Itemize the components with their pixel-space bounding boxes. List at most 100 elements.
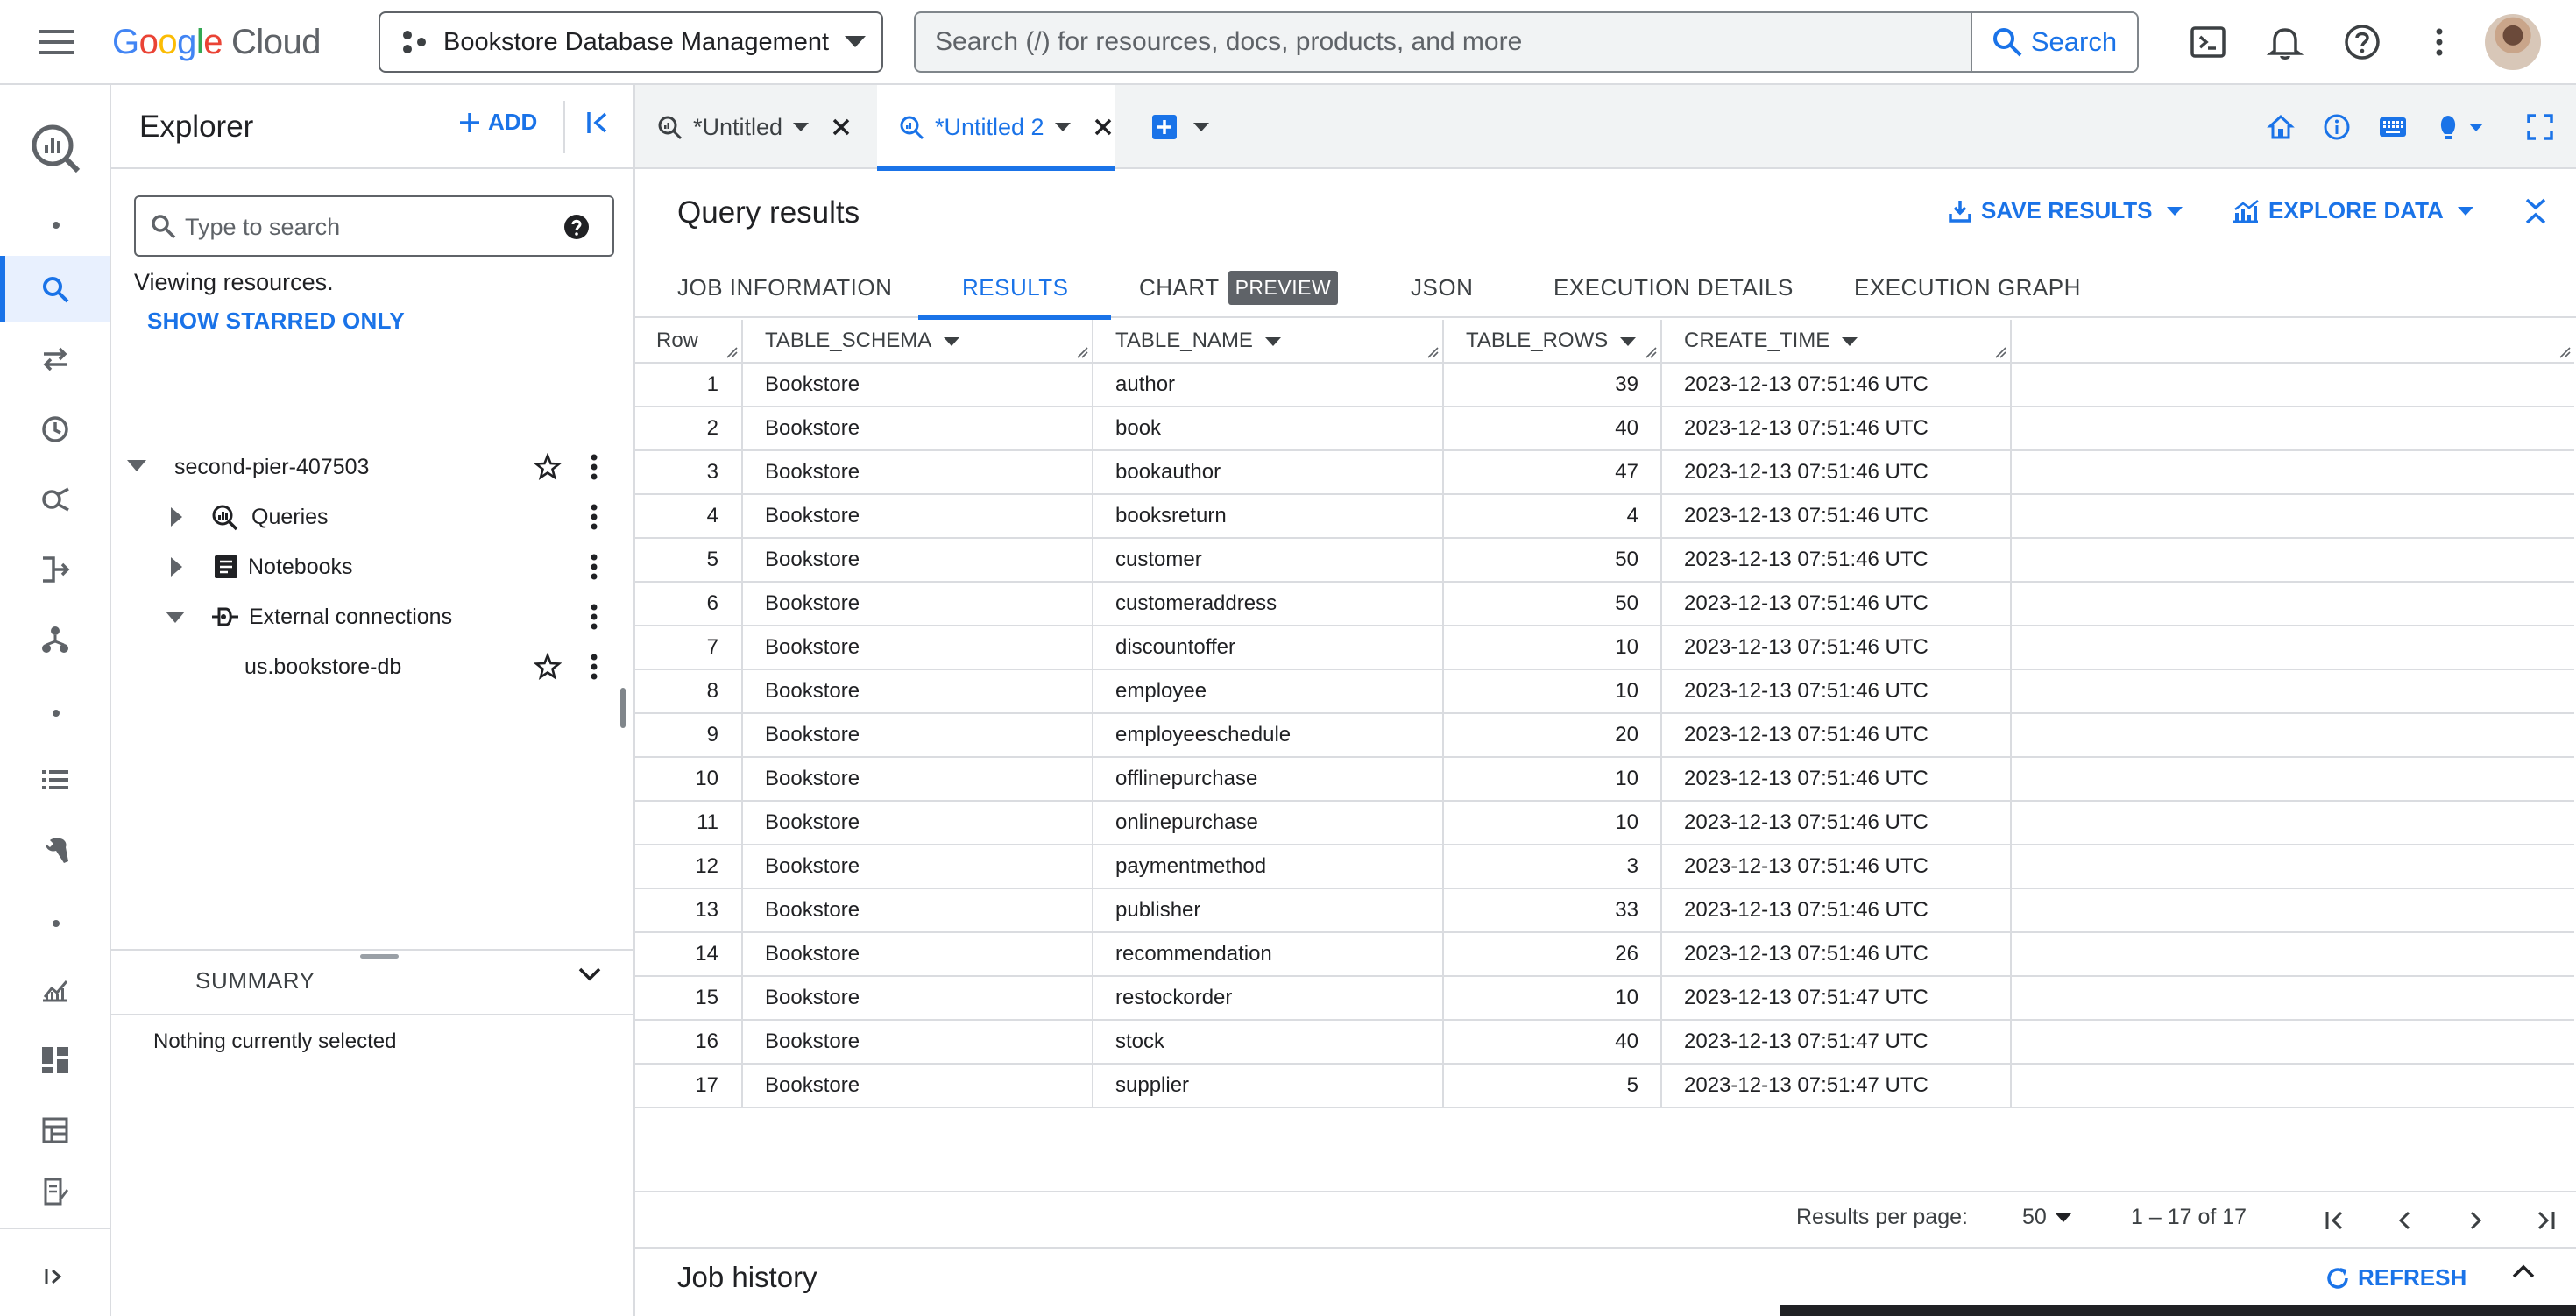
new-tab-dropdown-icon[interactable] (1180, 106, 1222, 148)
table-rows-cell[interactable]: 40 (1443, 407, 1662, 451)
create-time-cell[interactable]: 2023-12-13 07:51:47 UTC (1661, 1064, 2012, 1108)
more-actions-icon[interactable] (590, 653, 598, 681)
tab-untitled[interactable]: *Untitled (635, 85, 870, 169)
table-row[interactable]: 10 Bookstore offlinepurchase 10 2023-12-13 0… (635, 757, 2574, 802)
table-name-cell[interactable]: discountoffer (1093, 626, 1444, 670)
table-schema-cell[interactable]: Bookstore (742, 801, 1093, 845)
create-time-cell[interactable]: 2023-12-13 07:51:46 UTC (1661, 407, 2012, 451)
table-name-cell[interactable]: book (1093, 407, 1444, 451)
table-row[interactable]: 7 Bookstore discountoffer 10 2023-12-13 07:5… (635, 626, 2574, 670)
table-row[interactable]: 17 Bookstore supplier 5 2023-12-13 07:51:47 … (635, 1064, 2574, 1108)
table-editor-icon[interactable] (0, 1097, 110, 1164)
more-actions-icon[interactable] (590, 453, 598, 481)
expand-job-history-chevron-icon[interactable] (2510, 1263, 2537, 1280)
table-row[interactable]: 13 Bookstore publisher 33 2023-12-13 07:51:4… (635, 888, 2574, 933)
tab-menu-chevron-icon[interactable] (793, 123, 810, 131)
table-name-cell[interactable]: employeeschedule (1093, 713, 1444, 758)
search-button[interactable]: Search (1971, 13, 2137, 71)
global-search-input[interactable] (935, 22, 1986, 62)
table-schema-cell[interactable]: Bookstore (742, 845, 1093, 889)
column-resize-grip-icon[interactable] (1076, 346, 1088, 358)
table-row[interactable]: 1 Bookstore author 39 2023-12-13 07:51:46 UT… (635, 363, 2574, 407)
table-row[interactable]: 11 Bookstore onlinepurchase 10 2023-12-13 07… (635, 801, 2574, 845)
table-schema-cell[interactable]: Bookstore (742, 582, 1093, 626)
sort-caret-icon[interactable] (1264, 336, 1281, 346)
table-row[interactable]: 5 Bookstore customer 50 2023-12-13 07:51:46 … (635, 538, 2574, 583)
table-rows-cell[interactable]: 20 (1443, 713, 1662, 758)
dataform-graph-icon[interactable] (0, 606, 110, 673)
last-page-icon[interactable] (2526, 1201, 2565, 1240)
table-rows-cell[interactable]: 26 (1443, 932, 1662, 977)
table-row[interactable]: 14 Bookstore recommendation 26 2023-12-13 07… (635, 932, 2574, 977)
more-actions-icon[interactable] (590, 553, 598, 581)
table-schema-cell[interactable]: Bookstore (742, 538, 1093, 583)
sort-caret-icon[interactable] (1842, 336, 1858, 346)
create-time-cell[interactable]: 2023-12-13 07:51:46 UTC (1661, 713, 2012, 758)
row-number-cell[interactable]: 14 (635, 932, 743, 977)
tab-menu-chevron-icon[interactable] (1054, 123, 1071, 131)
refresh-button[interactable]: REFRESH (2325, 1264, 2466, 1291)
scheduled-queries-clock-icon[interactable] (0, 396, 110, 463)
row-number-cell[interactable]: 1 (635, 363, 743, 407)
sql-workspace-search-icon[interactable] (0, 256, 110, 322)
table-schema-cell[interactable]: Bookstore (742, 669, 1093, 714)
tab-results[interactable]: RESULTS (918, 257, 1110, 320)
row-number-cell[interactable]: 13 (635, 888, 743, 933)
row-number-cell[interactable]: 10 (635, 757, 743, 802)
home-icon[interactable] (2260, 106, 2302, 148)
row-number-cell[interactable]: 9 (635, 713, 743, 758)
star-icon[interactable] (534, 453, 562, 481)
column-header-row[interactable]: Row (635, 320, 743, 364)
row-number-cell[interactable]: 3 (635, 450, 743, 495)
google-cloud-logo[interactable]: Google Cloud (112, 19, 322, 65)
data-transfers-icon[interactable] (0, 326, 110, 393)
project-picker[interactable]: Bookstore Database Management (379, 11, 883, 73)
tips-lightbulb-icon[interactable] (2430, 106, 2491, 148)
column-header-table-rows[interactable]: TABLE_ROWS (1443, 320, 1662, 364)
summary-resize-handle[interactable] (360, 954, 399, 959)
tab-job-information[interactable]: JOB INFORMATION (677, 257, 892, 318)
row-number-cell[interactable]: 17 (635, 1064, 743, 1108)
close-tab-icon[interactable] (1093, 117, 1113, 137)
tree-queries-row[interactable]: Queries (111, 492, 602, 541)
table-row[interactable]: 8 Bookstore employee 10 2023-12-13 07:51:46 … (635, 669, 2574, 714)
table-name-cell[interactable]: bookauthor (1093, 450, 1444, 495)
caret-down-icon[interactable] (127, 460, 146, 472)
row-number-cell[interactable]: 5 (635, 538, 743, 583)
wrench-admin-icon[interactable] (0, 817, 110, 883)
table-rows-cell[interactable]: 33 (1443, 888, 1662, 933)
table-name-cell[interactable]: stock (1093, 1020, 1444, 1065)
keyboard-shortcuts-icon[interactable] (2372, 106, 2414, 148)
table-schema-cell[interactable]: Bookstore (742, 626, 1093, 670)
add-data-button[interactable]: ADD (458, 109, 537, 136)
bigquery-logo-icon[interactable] (0, 99, 110, 197)
main-menu-icon[interactable] (35, 25, 77, 60)
create-time-cell[interactable]: 2023-12-13 07:51:46 UTC (1661, 888, 2012, 933)
collapse-results-icon[interactable] (2523, 197, 2549, 225)
table-schema-cell[interactable]: Bookstore (742, 976, 1093, 1021)
create-time-cell[interactable]: 2023-12-13 07:51:46 UTC (1661, 845, 2012, 889)
create-time-cell[interactable]: 2023-12-13 07:51:46 UTC (1661, 801, 2012, 845)
table-name-cell[interactable]: booksreturn (1093, 494, 1444, 539)
expand-rail-icon[interactable] (0, 1243, 110, 1310)
star-icon[interactable] (534, 653, 562, 681)
table-row[interactable]: 2 Bookstore book 40 2023-12-13 07:51:46 UTC (635, 407, 2574, 451)
more-options-icon[interactable] (2418, 21, 2460, 63)
first-page-icon[interactable] (2316, 1201, 2354, 1240)
explorer-search-input[interactable] (185, 208, 553, 246)
column-header-create-time[interactable]: CREATE_TIME (1661, 320, 2012, 364)
next-page-icon[interactable] (2456, 1201, 2495, 1240)
tab-execution-details[interactable]: EXECUTION DETAILS (1553, 257, 1794, 318)
user-avatar[interactable] (2485, 14, 2541, 70)
sort-caret-icon[interactable] (944, 336, 960, 346)
table-rows-cell[interactable]: 3 (1443, 845, 1662, 889)
monitoring-chart-icon[interactable] (0, 957, 110, 1023)
table-row[interactable]: 15 Bookstore restockorder 10 2023-12-13 07:5… (635, 976, 2574, 1021)
new-query-plus-icon[interactable] (1143, 106, 1185, 148)
table-rows-cell[interactable]: 10 (1443, 669, 1662, 714)
table-schema-cell[interactable]: Bookstore (742, 494, 1093, 539)
collapse-explorer-icon[interactable] (584, 110, 611, 136)
tree-notebooks-row[interactable]: Notebooks (111, 542, 602, 591)
table-schema-cell[interactable]: Bookstore (742, 757, 1093, 802)
row-number-cell[interactable]: 4 (635, 494, 743, 539)
